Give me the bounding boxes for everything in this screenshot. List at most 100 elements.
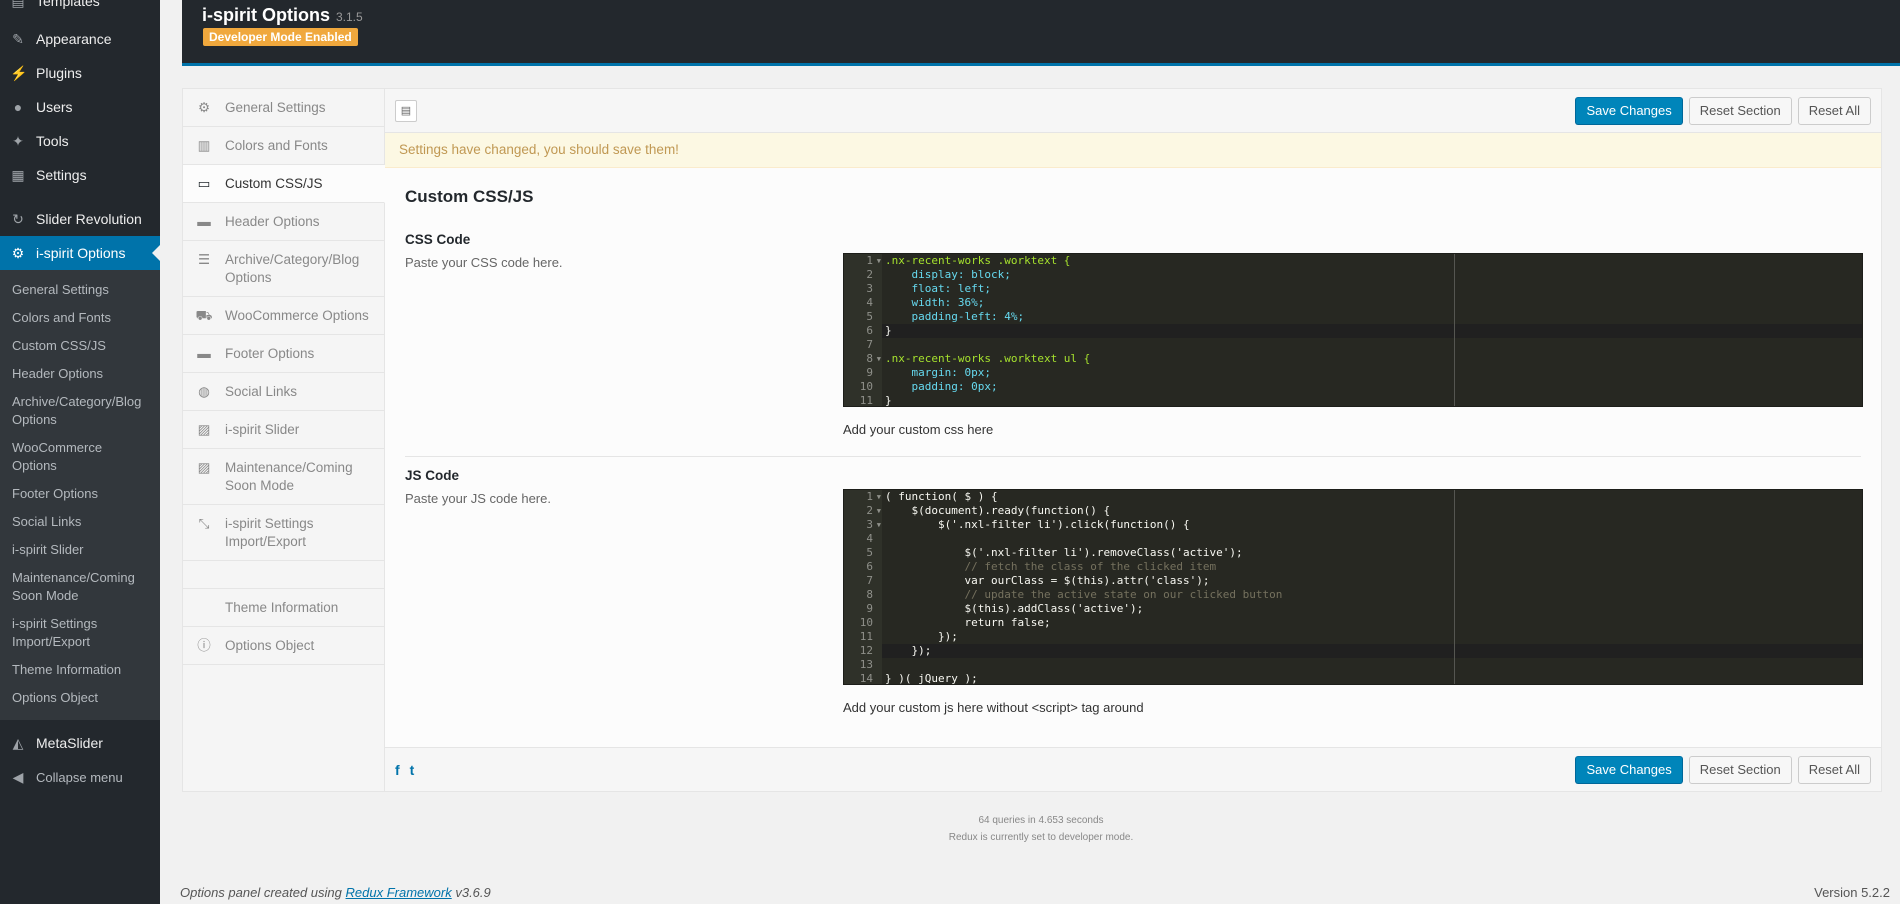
code-line: 12 }); (844, 644, 1862, 658)
code-line: 7 var ourClass = $(this).attr('class'); (844, 574, 1862, 588)
wp-submenu-item[interactable]: Archive/Category/Blog Options (0, 388, 160, 434)
line-number: 4 (844, 296, 882, 310)
code-line: 14} )( jQuery ); (844, 672, 1862, 684)
picture-icon: ▨ (197, 460, 211, 475)
reset-section-button[interactable]: Reset Section (1688, 97, 1792, 125)
nav-item-woocommerce[interactable]: ⛟ WooCommerce Options (183, 297, 384, 335)
nav-item-header-options[interactable]: ▬ Header Options (183, 203, 384, 241)
wp-menu-tools[interactable]: ✦ Tools (0, 124, 160, 158)
css-code-editor[interactable]: 1 ▼ .nx-recent-works .worktext {2 display:… (843, 253, 1863, 407)
fold-icon[interactable]: ▼ (877, 490, 881, 504)
wp-submenu-item[interactable]: Custom CSS/JS (0, 332, 160, 360)
nav-item-general-settings[interactable]: ⚙ General Settings (183, 89, 384, 127)
wp-submenu-item[interactable]: Social Links (0, 508, 160, 536)
wp-submenu-item[interactable]: Header Options (0, 360, 160, 388)
wp-admin-sidebar: ▤ Templates ✎ Appearance ⚡ Plugins ● Use… (0, 0, 160, 904)
nav-item-archive-category-blog[interactable]: ☰ Archive/Category/Blog Options (183, 241, 384, 297)
wp-version: Version 5.2.2 (1814, 885, 1890, 900)
header-icon: ▬ (197, 214, 211, 229)
line-number: 1 ▼ (844, 490, 882, 504)
fold-icon[interactable]: ▼ (877, 352, 881, 366)
reset-section-button-bottom[interactable]: Reset Section (1688, 756, 1792, 784)
field-divider (405, 456, 1861, 457)
nav-item-footer-options[interactable]: ▬ Footer Options (183, 335, 384, 373)
line-number: 5 (844, 546, 882, 560)
nav-item-maintenance[interactable]: ▨ Maintenance/Coming Soon Mode (183, 449, 384, 505)
wp-menu-appearance[interactable]: ✎ Appearance (0, 22, 160, 56)
save-changes-button[interactable]: Save Changes (1575, 97, 1683, 125)
code-line: 11 }); (844, 630, 1862, 644)
fold-icon[interactable]: ▼ (877, 518, 881, 532)
wp-menu-ispirit-options[interactable]: ⚙ i-spirit Options (0, 236, 160, 270)
line-number: 12 (844, 644, 882, 658)
code-text: }); (885, 630, 958, 643)
wp-submenu-item[interactable]: WooCommerce Options (0, 434, 160, 480)
twitter-icon[interactable]: t (410, 762, 415, 778)
code-text: return false; (885, 616, 1051, 629)
templates-icon: ▤ (11, 0, 25, 9)
js-code-description: Paste your JS code here. (405, 491, 551, 506)
css-code-subtitle: Add your custom css here (843, 422, 994, 437)
line-number: 11 (844, 630, 882, 644)
wp-menu-metaslider[interactable]: ◭ MetaSlider (0, 726, 160, 760)
code-line: 6 // fetch the class of the clicked item (844, 560, 1862, 574)
code-line: 10 return false; (844, 616, 1862, 630)
cogs-icon: ⚙ (197, 100, 211, 115)
line-number: 3 (844, 282, 882, 296)
nav-item-colors-fonts[interactable]: ▥ Colors and Fonts (183, 127, 384, 165)
palette-icon: ▥ (197, 138, 211, 153)
wp-collapse-menu[interactable]: ◀ Collapse menu (0, 760, 160, 794)
query-stats: 64 queries in 4.653 seconds (978, 815, 1104, 826)
fold-icon[interactable]: ▼ (877, 254, 881, 268)
line-number: 6 (844, 560, 882, 574)
wp-menu-plugins[interactable]: ⚡ Plugins (0, 56, 160, 90)
wp-submenu-item[interactable]: i-spirit Settings Import/Export (0, 610, 160, 656)
reset-all-button-bottom[interactable]: Reset All (1797, 756, 1871, 784)
wp-menu-templates[interactable]: ▤ Templates (0, 0, 160, 12)
facebook-icon[interactable]: f (395, 762, 400, 778)
wp-submenu-item[interactable]: Theme Information (0, 656, 160, 684)
refresh-icon: ↻ (12, 211, 24, 227)
code-text: $('.nxl-filter li').click(function() { (885, 518, 1190, 531)
nav-item-options-object[interactable]: ⓘ Options Object (183, 627, 384, 665)
nav-item-ispirit-slider[interactable]: ▨ i-spirit Slider (183, 411, 384, 449)
code-line: 3 ▼ $('.nxl-filter li').click(function() … (844, 518, 1862, 532)
save-changes-button-bottom[interactable]: Save Changes (1575, 756, 1683, 784)
css-code-title: CSS Code (405, 232, 471, 247)
nav-item-social-links[interactable]: ◍ Social Links (183, 373, 384, 411)
wp-submenu-item[interactable]: Maintenance/Coming Soon Mode (0, 564, 160, 610)
line-number: 2 ▼ (844, 504, 882, 518)
js-code-subtitle: Add your custom js here without <script>… (843, 700, 1144, 715)
code-line: 9 margin: 0px; (844, 366, 1862, 380)
wp-menu-users[interactable]: ● Users (0, 90, 160, 124)
wp-menu-settings[interactable]: ▦ Settings (0, 158, 160, 192)
wp-submenu-item[interactable]: Colors and Fonts (0, 304, 160, 332)
wp-submenu-item[interactable]: Options Object (0, 684, 160, 712)
expand-options-button[interactable]: ▤ (395, 100, 417, 122)
settings-changed-notice: Settings have changed, you should save t… (385, 133, 1881, 168)
code-line: 8 ▼ .nx-recent-works .worktext ul { (844, 352, 1862, 366)
code-text: } (885, 324, 892, 337)
code-line: 6} (844, 324, 1862, 338)
nav-item-import-export[interactable]: ⤡ i-spirit Settings Import/Export (183, 505, 384, 561)
wp-submenu: General Settings Colors and Fonts Custom… (0, 270, 160, 720)
code-line: 1 ▼ .nx-recent-works .worktext { (844, 254, 1862, 268)
wp-submenu-item[interactable]: i-spirit Slider (0, 536, 160, 564)
nav-item-theme-information[interactable]: Theme Information (183, 589, 384, 627)
fold-icon[interactable]: ▼ (877, 504, 881, 518)
reset-all-button[interactable]: Reset All (1797, 97, 1871, 125)
globe-icon: ◍ (198, 384, 210, 399)
line-number: 8 (844, 588, 882, 602)
code-text: $('.nxl-filter li').removeClass('active'… (885, 546, 1243, 559)
wp-menu-slider-revolution[interactable]: ↻ Slider Revolution (0, 202, 160, 236)
wp-submenu-item[interactable]: General Settings (0, 276, 160, 304)
js-code-editor[interactable]: 1 ▼( function( $ ) {2 ▼ $(document).ready(… (843, 489, 1863, 685)
nav-item-custom-css-js[interactable]: ▭ Custom CSS/JS (183, 165, 385, 203)
code-text: padding-left: 4%; (885, 310, 1025, 323)
wp-submenu-item[interactable]: Footer Options (0, 480, 160, 508)
redux-framework-link[interactable]: Redux Framework (346, 885, 452, 900)
nav-divider (183, 561, 384, 589)
code-line: 3 float: left; (844, 282, 1862, 296)
line-number: 1 ▼ (844, 254, 882, 268)
